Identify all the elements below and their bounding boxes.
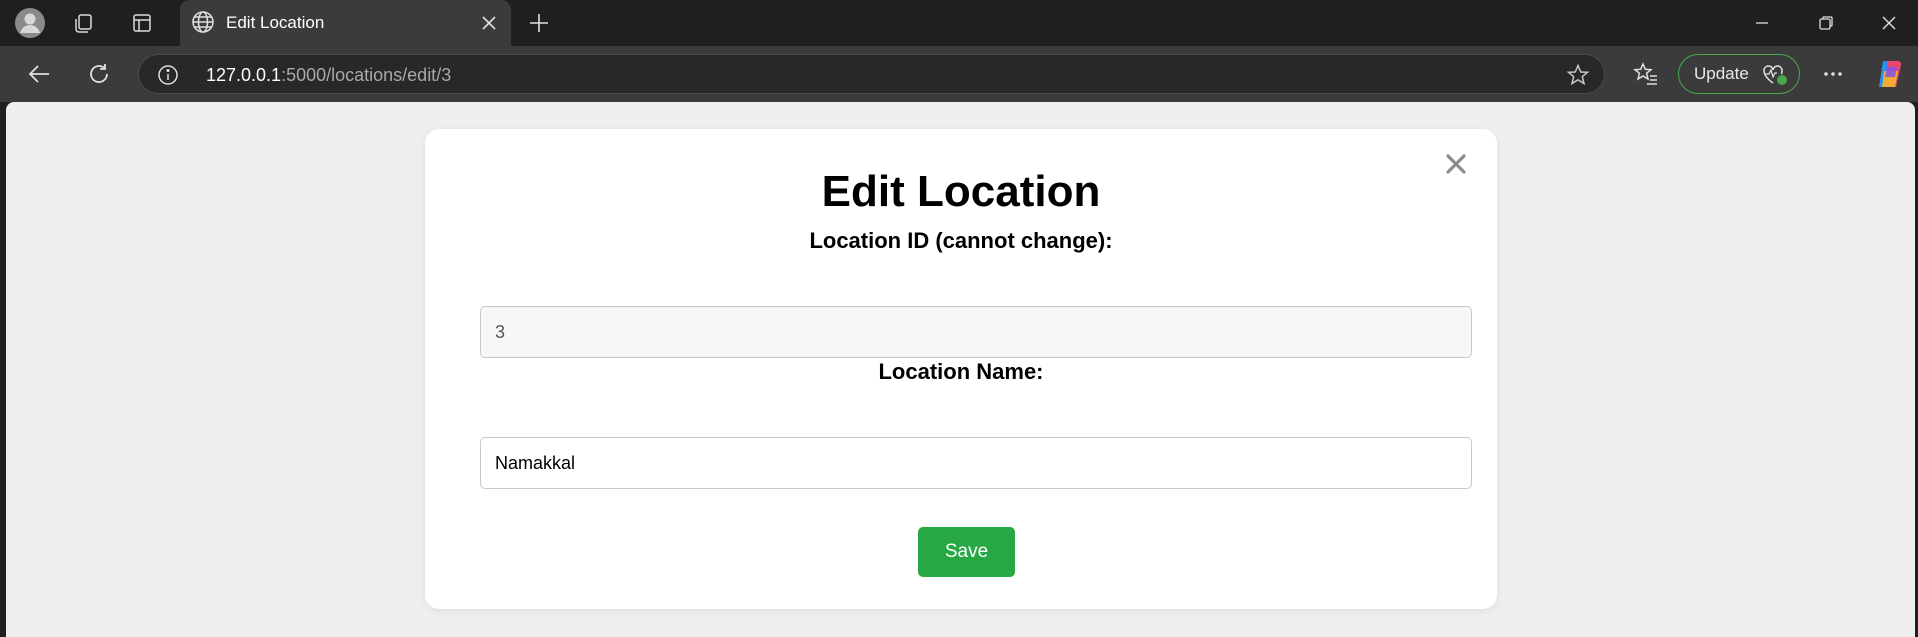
favorite-star-icon[interactable] [1566, 63, 1590, 92]
location-name-field[interactable] [480, 437, 1472, 489]
copilot-icon[interactable] [1870, 56, 1910, 92]
window-close-icon[interactable] [1858, 0, 1918, 46]
tab-title: Edit Location [226, 13, 325, 32]
profile-icon[interactable] [12, 7, 48, 39]
tab-actions-icon[interactable] [124, 7, 160, 39]
address-bar[interactable]: 127.0.0.1:5000/locations/edit/3 [138, 54, 1605, 94]
location-id-field[interactable] [480, 306, 1472, 358]
close-icon[interactable] [475, 9, 503, 37]
minimize-icon[interactable] [1731, 0, 1793, 46]
refresh-icon[interactable] [79, 56, 119, 92]
update-button[interactable]: Update [1678, 54, 1800, 94]
save-button[interactable]: Save [918, 527, 1015, 577]
url-text: 127.0.0.1:5000/locations/edit/3 [206, 65, 451, 86]
browser-toolbar: 127.0.0.1:5000/locations/edit/3 Update [0, 46, 1918, 102]
url-path: :5000/locations/edit/3 [281, 65, 452, 85]
update-label: Update [1694, 64, 1749, 83]
tab-strip: Edit Location [0, 0, 1918, 46]
active-tab[interactable]: Edit Location [180, 0, 511, 46]
new-tab-icon[interactable] [523, 7, 555, 39]
globe-icon [190, 9, 216, 40]
restore-icon[interactable] [1795, 0, 1857, 46]
page-viewport: Edit Location Location ID (cannot change… [6, 102, 1915, 637]
modal-title: Edit Location [821, 167, 1101, 216]
info-icon[interactable] [157, 64, 179, 91]
health-icon [1761, 63, 1789, 92]
workspaces-icon[interactable] [66, 7, 102, 39]
location-id-label: Location ID (cannot change): [809, 228, 1113, 253]
more-icon[interactable] [1813, 56, 1853, 92]
back-icon[interactable] [19, 56, 59, 92]
location-name-label: Location Name: [878, 359, 1044, 384]
edit-location-modal: Edit Location Location ID (cannot change… [425, 129, 1497, 609]
favorites-icon[interactable] [1626, 56, 1666, 92]
url-host: 127.0.0.1 [206, 65, 282, 85]
